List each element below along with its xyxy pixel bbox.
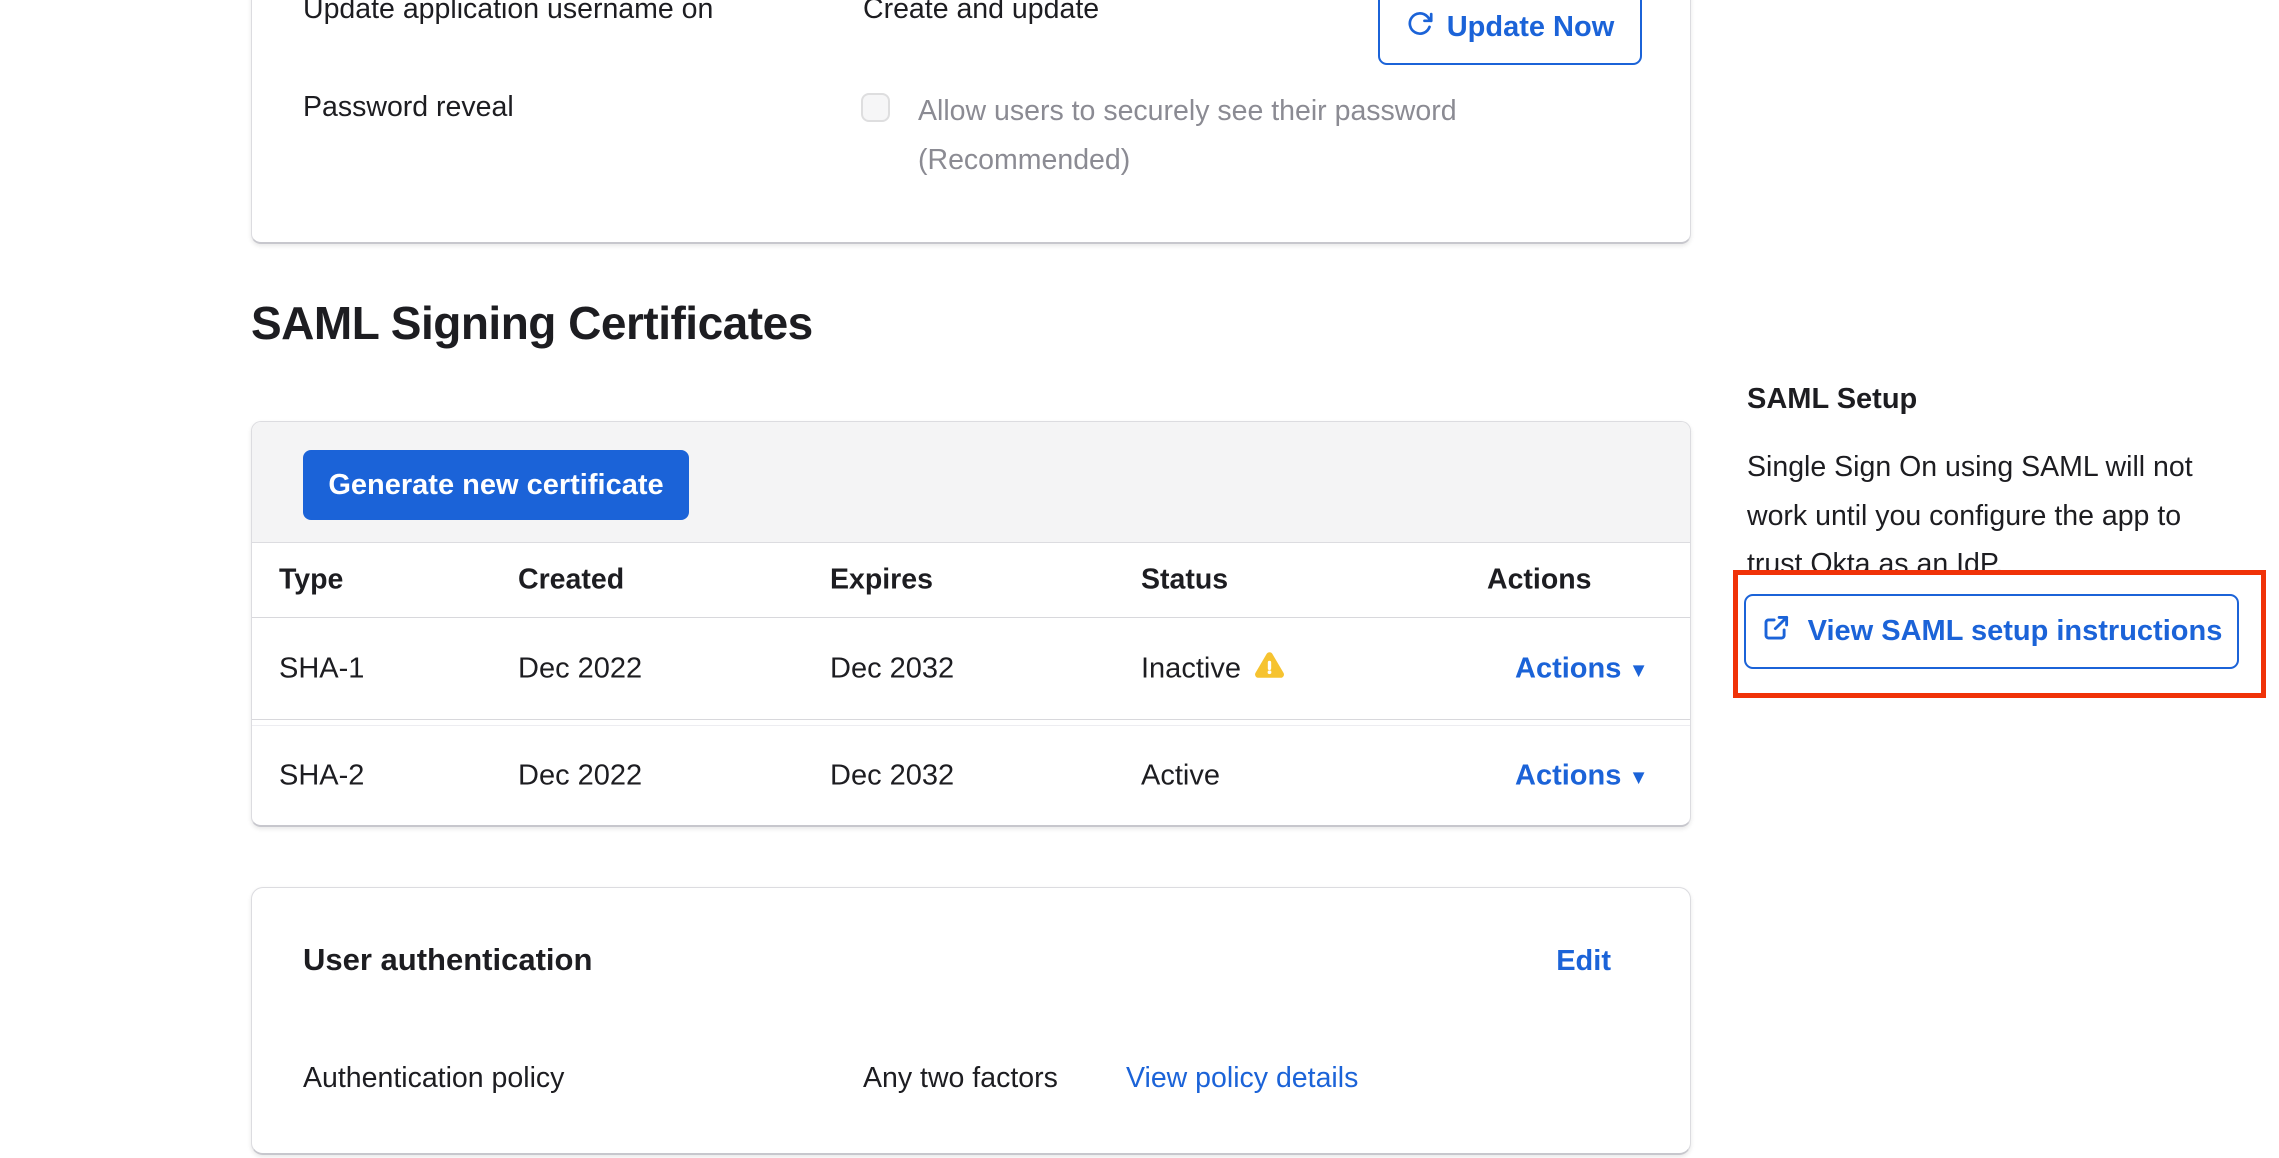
refresh-icon [1406,10,1433,45]
certificates-toolbar: Generate new certificate [252,422,1690,543]
authentication-policy-label: Authentication policy [303,1062,564,1095]
user-authentication-card: User authentication Edit Authentication … [251,887,1691,1155]
authentication-policy-value: Any two factors [863,1062,1058,1095]
saml-setup-panel: SAML Setup Single Sign On using SAML wil… [1747,383,2219,589]
cert-expires: Dec 2032 [830,760,954,793]
saml-setup-heading: SAML Setup [1747,383,2219,415]
cert-created: Dec 2022 [518,652,642,685]
update-now-label: Update Now [1447,11,1615,44]
certificates-card: Generate new certificate Type Created Ex… [251,421,1691,827]
table-row: SHA-2 Dec 2022 Dec 2032 Active Actions ▾ [252,725,1690,826]
provisioning-card: Update application username on Create an… [251,0,1691,244]
status-text: Inactive [1141,652,1241,685]
view-saml-setup-instructions-button[interactable]: View SAML setup instructions [1744,594,2239,669]
password-reveal-checkbox-label: Allow users to securely see their passwo… [918,87,1538,185]
cert-type: SHA-1 [279,652,364,685]
column-header-expires: Expires [830,564,933,597]
column-header-actions: Actions [1487,564,1592,597]
chevron-down-icon: ▾ [1633,657,1644,682]
password-reveal-label: Password reveal [303,91,514,124]
view-policy-details-link[interactable]: View policy details [1126,1062,1358,1095]
username-update-label: Update application username on [303,0,713,26]
cert-created: Dec 2022 [518,760,642,793]
cert-status: Active [1141,760,1220,793]
password-reveal-checkbox[interactable] [861,93,890,122]
cert-type: SHA-2 [279,760,364,793]
actions-dropdown[interactable]: Actions ▾ [1515,652,1644,685]
generate-certificate-button[interactable]: Generate new certificate [303,450,689,520]
cert-expires: Dec 2032 [830,652,954,685]
warning-triangle-icon [1254,649,1285,688]
page: Update application username on Create an… [0,0,2279,1158]
saml-setup-description: Single Sign On using SAML will not work … [1747,443,2219,589]
saml-signing-certificates-heading: SAML Signing Certificates [251,296,813,350]
table-row: SHA-1 Dec 2022 Dec 2032 Inactive Actions… [252,618,1690,720]
view-saml-setup-instructions-label: View SAML setup instructions [1808,615,2223,648]
external-link-icon [1761,613,1791,651]
chevron-down-icon: ▾ [1633,765,1644,790]
username-update-value: Create and update [863,0,1099,26]
update-now-button[interactable]: Update Now [1378,0,1642,65]
column-header-type: Type [279,564,343,597]
user-authentication-heading: User authentication [303,942,592,978]
actions-dropdown[interactable]: Actions ▾ [1515,760,1644,793]
column-header-created: Created [518,564,624,597]
edit-link[interactable]: Edit [1556,945,1611,978]
column-header-status: Status [1141,564,1228,597]
cert-status: Inactive [1141,649,1285,688]
certificates-table-header: Type Created Expires Status Actions [252,543,1690,618]
